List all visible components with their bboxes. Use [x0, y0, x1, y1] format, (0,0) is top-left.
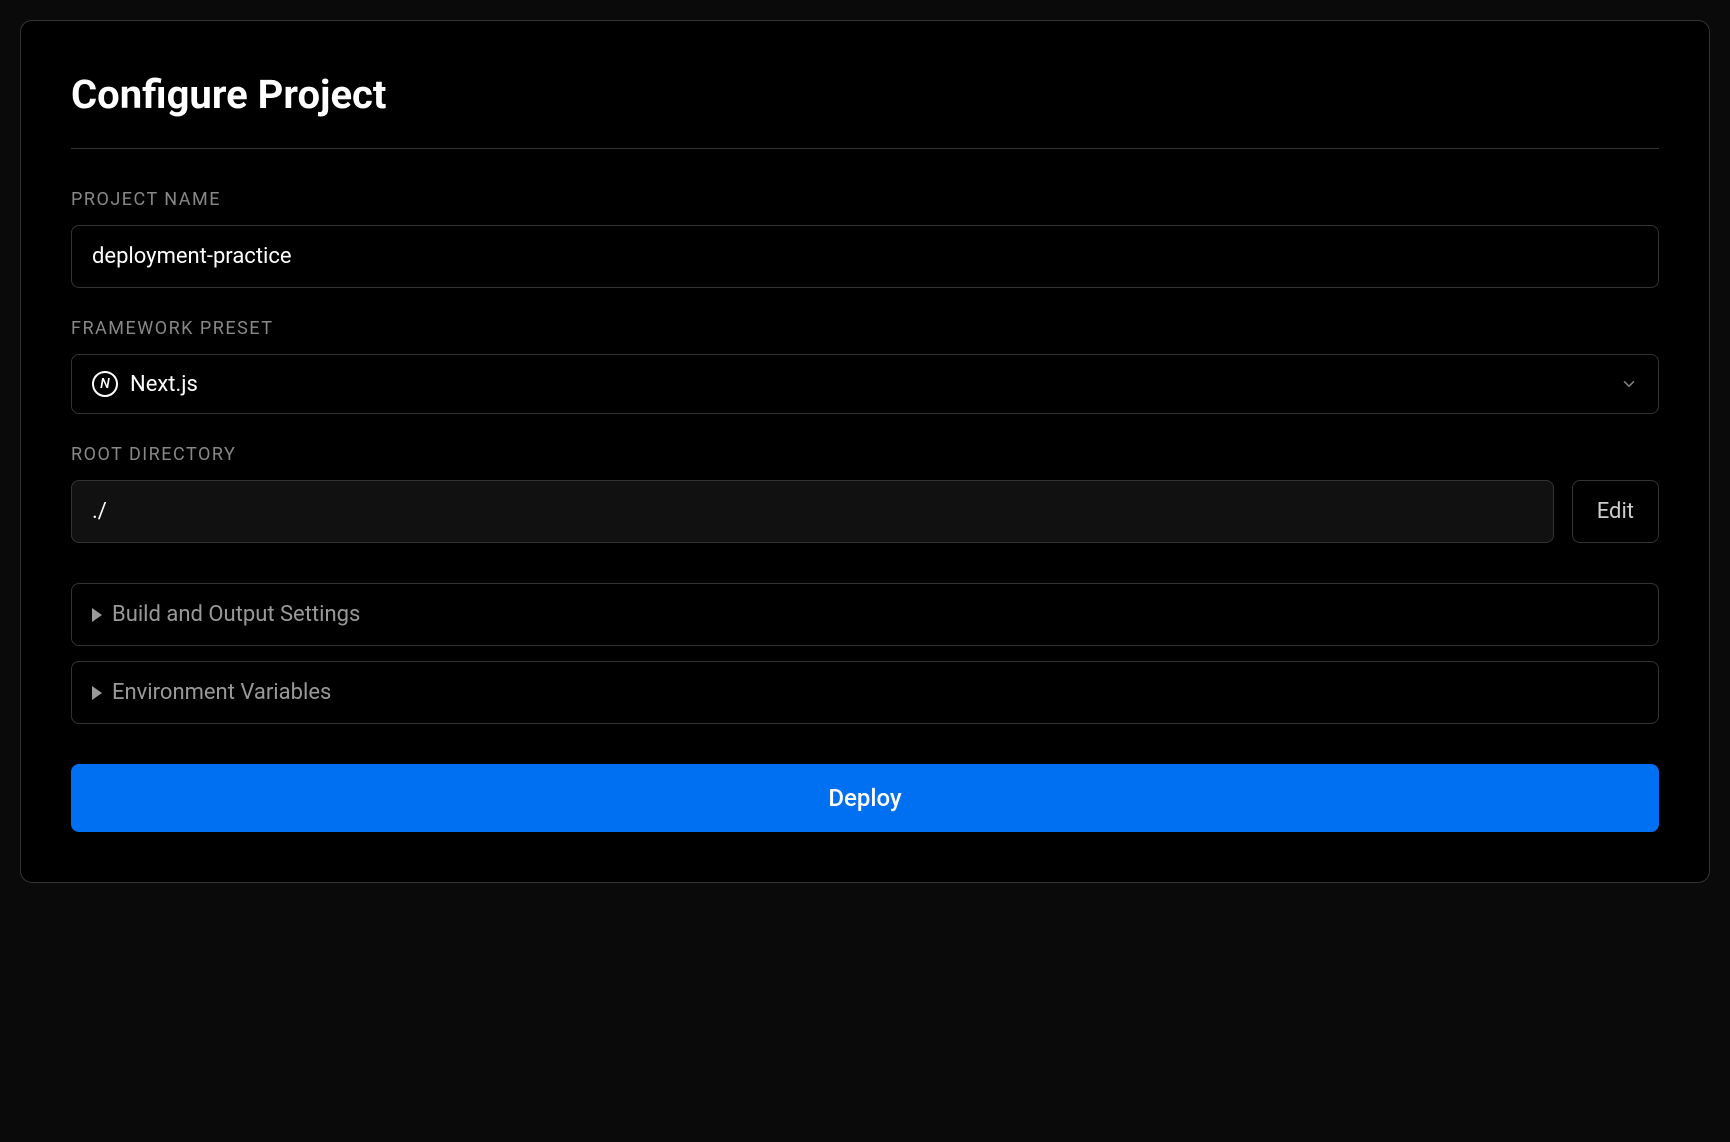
project-name-input[interactable] [71, 225, 1659, 288]
framework-preset-select[interactable]: N Next.js [71, 354, 1659, 414]
chevron-down-icon [1620, 375, 1638, 393]
environment-variables-label: Environment Variables [112, 680, 331, 705]
environment-variables-section[interactable]: Environment Variables [71, 661, 1659, 724]
framework-preset-field-group: FRAMEWORK PRESET N Next.js [71, 318, 1659, 414]
divider [71, 148, 1659, 149]
framework-preset-value: Next.js [130, 372, 1608, 397]
build-output-settings-label: Build and Output Settings [112, 602, 360, 627]
build-output-settings-section[interactable]: Build and Output Settings [71, 583, 1659, 646]
root-directory-label: ROOT DIRECTORY [71, 444, 1659, 465]
project-name-label: PROJECT NAME [71, 189, 1659, 210]
framework-preset-label: FRAMEWORK PRESET [71, 318, 1659, 339]
root-directory-input [71, 480, 1554, 543]
triangle-right-icon [92, 608, 102, 622]
project-name-field-group: PROJECT NAME [71, 189, 1659, 288]
triangle-right-icon [92, 686, 102, 700]
root-directory-field-group: ROOT DIRECTORY Edit [71, 444, 1659, 543]
nextjs-icon: N [92, 371, 118, 397]
page-title: Configure Project [71, 71, 1659, 118]
configure-project-panel: Configure Project PROJECT NAME FRAMEWORK… [20, 20, 1710, 883]
deploy-button[interactable]: Deploy [71, 764, 1659, 832]
edit-root-directory-button[interactable]: Edit [1572, 480, 1659, 543]
